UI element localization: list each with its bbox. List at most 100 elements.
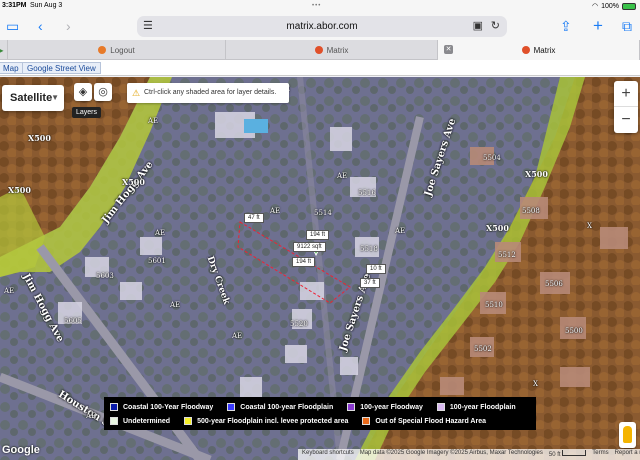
- area-label: 9122 sqft: [293, 242, 326, 252]
- pegman-icon[interactable]: [619, 422, 636, 448]
- scale-bar: 50 ft: [549, 450, 587, 459]
- house-number: 5601: [148, 257, 166, 265]
- house-number: 5508: [522, 207, 540, 215]
- measure-label: 47 ft: [244, 213, 264, 223]
- scale-line: [562, 450, 587, 456]
- sidebar-icon[interactable]: ▭: [6, 18, 19, 34]
- legend-item: 500-year Floodplain incl. levee protecte…: [184, 417, 348, 425]
- locate-button[interactable]: ◎: [94, 83, 112, 101]
- legend-label: 100-year Floodplain: [449, 403, 516, 411]
- legend-item: 100-year Floodplain: [436, 403, 516, 411]
- legend-swatch: [347, 403, 356, 411]
- address-url: matrix.abor.com: [286, 21, 358, 32]
- legend-swatch: [184, 417, 193, 425]
- tab-matrix-1[interactable]: Matrix: [226, 40, 438, 60]
- tab-bar: ▸ Logout Matrix ✕ Matrix: [0, 40, 640, 60]
- zone-label: X500: [28, 133, 51, 143]
- house-number: 5500: [565, 327, 583, 335]
- address-bar[interactable]: ☰ matrix.abor.com ▣ ↻: [137, 16, 507, 37]
- legend-row: Coastal 100-Year Floodway Coastal 100-yea…: [110, 400, 530, 414]
- zone-label: X500: [8, 185, 31, 195]
- target-icon: ◎: [98, 86, 108, 98]
- multitask-dots-icon[interactable]: •••: [312, 3, 321, 9]
- layers-icon: ◈: [78, 86, 88, 98]
- legend-swatch: [227, 403, 236, 411]
- legend-swatch: [436, 403, 445, 411]
- tabs-overview-icon[interactable]: ⧉: [622, 18, 632, 34]
- zone-label: AE: [155, 229, 166, 237]
- legend-row: Undetermined 500-year Floodplain incl. le…: [110, 414, 530, 428]
- zone-label: AE: [395, 227, 406, 235]
- battery-percent: 100%: [601, 2, 619, 10]
- chevron-down-icon: ▼: [51, 93, 59, 102]
- legend-item: 100-year Floodway: [347, 403, 423, 411]
- tab-favicon: [98, 46, 107, 54]
- legend-label: Out of Special Flood Hazard Area: [375, 417, 486, 425]
- zone-label: AE: [270, 207, 281, 215]
- legend-item: Coastal 100-Year Floodway: [110, 403, 213, 411]
- tab-matrix-2[interactable]: ✕ Matrix: [438, 40, 640, 60]
- reload-icon[interactable]: ↻: [491, 19, 500, 32]
- zone-label: AE: [232, 332, 243, 340]
- measure-label: 10 ft: [366, 264, 386, 274]
- map-type-bar: Map Google Street View: [0, 60, 640, 76]
- zone-label: AE: [4, 287, 15, 295]
- house-number: 5502: [474, 345, 492, 353]
- legend-item: Out of Special Flood Hazard Area: [362, 417, 486, 425]
- legend-label: Undetermined: [123, 417, 171, 425]
- house-number: 5605: [64, 317, 82, 325]
- house-number: 5516: [358, 189, 376, 197]
- layers-button[interactable]: ◈: [74, 83, 92, 101]
- status-time: 3:31PM: [2, 2, 27, 9]
- legend-item: Undetermined: [110, 417, 170, 425]
- zone-label: X500: [122, 177, 145, 187]
- house-number: 5603: [96, 272, 114, 280]
- zoom-in-button[interactable]: +: [614, 81, 638, 107]
- zone-label: X500: [486, 223, 509, 233]
- flood-legend: Coastal 100-Year Floodway Coastal 100-yea…: [104, 397, 536, 430]
- house-number: 5520: [290, 320, 308, 328]
- legend-label: 500-year Floodplain incl. levee protecte…: [197, 417, 349, 425]
- measure-label: 194 ft: [306, 230, 330, 240]
- google-logo: Google: [2, 444, 40, 456]
- zone-label: X: [587, 222, 592, 230]
- status-right: ◠ 100%: [592, 2, 636, 10]
- legend-swatch: [362, 417, 371, 425]
- wifi-icon: ◠: [591, 3, 599, 10]
- legend-label: 100-year Floodway: [360, 403, 423, 411]
- house-number: 5514: [314, 209, 332, 217]
- tab-logout[interactable]: Logout: [8, 40, 226, 60]
- layer-hint: ⚠ Ctrl-click any shaded area for layer d…: [127, 83, 289, 103]
- map-type-select[interactable]: Satellite ▼: [2, 85, 64, 111]
- zoom-control: + −: [614, 81, 638, 133]
- street-view-button[interactable]: Google Street View: [22, 62, 101, 74]
- status-bar: 3:31PM Sun Aug 3 ••• ◠ 100%: [0, 0, 640, 14]
- close-tab-icon[interactable]: ✕: [444, 45, 453, 54]
- keyboard-shortcuts-link[interactable]: Keyboard shortcuts: [302, 450, 354, 459]
- map-view-button[interactable]: Map: [0, 62, 24, 74]
- zone-label: X500: [525, 169, 548, 179]
- house-number: 5510: [485, 301, 503, 309]
- zone-label: AE: [148, 117, 159, 125]
- reader-icon[interactable]: ▣: [473, 19, 483, 32]
- legend-item: Coastal 100-year Floodplain: [227, 403, 333, 411]
- tab-favicon: [521, 46, 530, 54]
- house-number: 5506: [545, 280, 563, 288]
- warning-icon: ⚠: [132, 88, 141, 98]
- new-tab-icon[interactable]: +: [593, 17, 603, 34]
- tab-partial[interactable]: ▸: [0, 40, 8, 60]
- forward-icon[interactable]: ›: [66, 18, 71, 34]
- map-canvas[interactable]: Jim Hogg Ave Jim Hogg Ave Joe Sayers Ave…: [0, 77, 640, 460]
- legend-swatch: [110, 417, 118, 425]
- measure-label: 37 ft: [360, 278, 380, 288]
- map-data-text: Map data ©2025 Google Imagery ©2025 Airb…: [359, 450, 543, 456]
- tab-favicon: [314, 46, 323, 54]
- browser-toolbar: ▭ ‹ › ☰ matrix.abor.com ▣ ↻ ⇪ + ⧉: [0, 14, 640, 40]
- report-error-link[interactable]: Report a map error: [615, 450, 640, 459]
- back-icon[interactable]: ‹: [38, 18, 43, 34]
- zoom-out-button[interactable]: −: [614, 107, 638, 133]
- zone-label: AE: [337, 172, 348, 180]
- terms-link[interactable]: Terms: [592, 450, 608, 459]
- legend-label: Coastal 100-Year Floodway: [123, 403, 214, 411]
- share-icon[interactable]: ⇪: [560, 18, 572, 34]
